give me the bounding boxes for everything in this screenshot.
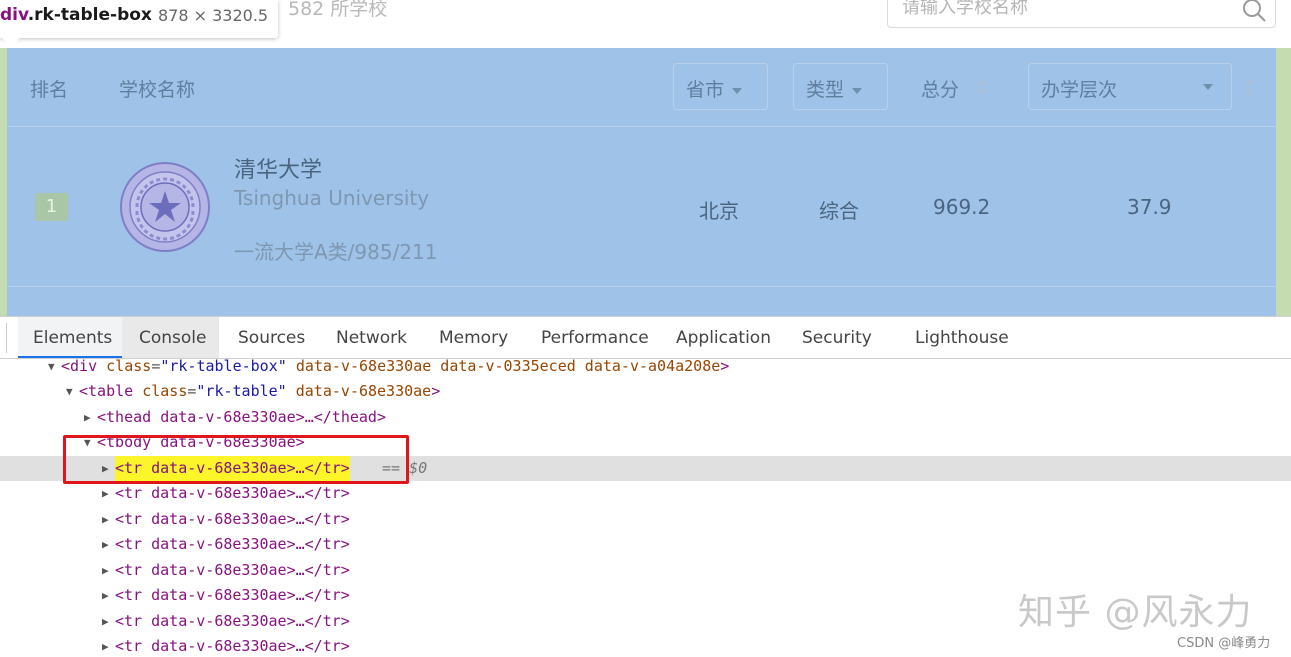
page-viewport: 582 所学校 排名 学校名称 省市 类型 总分 办学层次 xyxy=(0,0,1291,316)
cell-province: 北京 xyxy=(699,199,739,223)
header-rank: 排名 xyxy=(30,79,69,101)
table-header: 排名 学校名称 省市 类型 总分 办学层次 xyxy=(7,48,1276,126)
row-divider xyxy=(7,126,1276,127)
tooltip-size: 878 × 3320.5 xyxy=(158,6,269,25)
type-filter[interactable]: 类型 xyxy=(793,63,888,110)
rank-badge: 1 xyxy=(35,193,68,221)
collapsed-triangle-icon[interactable]: ▶ xyxy=(84,405,91,430)
school-tags: 一流大学A类/985/211 xyxy=(234,240,438,264)
cell-type: 综合 xyxy=(819,199,859,223)
tabbar-divider xyxy=(6,323,7,353)
header-score[interactable]: 总分 xyxy=(921,75,959,102)
province-filter[interactable]: 省市 xyxy=(673,63,768,110)
dom-node-tr[interactable]: ▶ <tr data-v-68e330ae>…</tr> xyxy=(0,634,1291,657)
expanded-triangle-icon[interactable]: ▼ xyxy=(66,379,73,404)
dom-node-div[interactable]: ▼ <div class="rk-table-box" data-v-68e33… xyxy=(0,354,1291,379)
level-filter-label: 办学层次 xyxy=(1041,79,1118,101)
csdn-credit: CSDN @峰勇力 xyxy=(1177,636,1271,651)
collapsed-triangle-icon[interactable]: ▶ xyxy=(102,481,109,506)
dom-node-tr[interactable]: ▶ <tr data-v-68e330ae>…</tr> xyxy=(0,507,1291,532)
margin-overlay-right xyxy=(1276,48,1291,316)
devtools-tabbar: Elements Console Sources Network Memory … xyxy=(0,317,1291,359)
tab-sources[interactable]: Sources xyxy=(238,317,305,358)
tab-console[interactable]: Console xyxy=(122,317,219,358)
row-divider xyxy=(7,286,1276,287)
dom-node-tr[interactable]: ▶ <tr data-v-68e330ae>…</tr> xyxy=(0,558,1291,583)
caret-down-icon xyxy=(732,87,743,94)
collapsed-triangle-icon[interactable]: ▶ xyxy=(102,558,109,583)
school-count: 582 所学校 xyxy=(288,0,388,20)
dom-node-tr[interactable]: ▶ <tr data-v-68e330ae>…</tr> xyxy=(0,532,1291,557)
tab-lighthouse[interactable]: Lighthouse xyxy=(915,317,1009,358)
cell-score: 969.2 xyxy=(933,195,991,219)
tab-memory[interactable]: Memory xyxy=(439,317,508,358)
level-filter[interactable]: 办学层次 xyxy=(1028,63,1232,110)
collapsed-triangle-icon[interactable]: ▶ xyxy=(102,609,109,634)
expanded-triangle-icon[interactable]: ▼ xyxy=(48,354,55,379)
dom-node-tr[interactable]: ▶ <tr data-v-68e330ae>…</tr> xyxy=(0,481,1291,506)
type-filter-label: 类型 xyxy=(806,79,845,101)
province-filter-label: 省市 xyxy=(686,79,725,101)
header-name: 学校名称 xyxy=(119,79,196,101)
caret-down-icon xyxy=(1203,84,1213,90)
collapsed-triangle-icon[interactable]: ▶ xyxy=(102,532,109,557)
search-box[interactable] xyxy=(887,0,1276,28)
caret-down-icon xyxy=(852,87,863,94)
inspect-tooltip: div.rk-table-box 878 × 3320.5 xyxy=(0,0,278,38)
collapsed-triangle-icon[interactable]: ▶ xyxy=(102,507,109,532)
zhihu-watermark: 知乎 @风永力 xyxy=(1018,592,1253,633)
sort-score-icon[interactable] xyxy=(977,78,987,98)
dom-node-thead[interactable]: ▶ <thead data-v-68e330ae>…</thead> xyxy=(0,405,1291,430)
tab-network[interactable]: Network xyxy=(336,317,407,358)
tab-security[interactable]: Security xyxy=(802,317,872,358)
collapsed-triangle-icon[interactable]: ▶ xyxy=(102,634,109,657)
rk-table-box: 排名 学校名称 省市 类型 总分 办学层次 1 清华大学 Tsinghua Un… xyxy=(7,48,1276,316)
search-input[interactable] xyxy=(902,0,1232,18)
cell-level: 37.9 xyxy=(1127,195,1172,219)
annotation-red-box xyxy=(63,435,409,484)
margin-overlay-left xyxy=(0,48,7,316)
tab-elements[interactable]: Elements xyxy=(18,317,122,358)
search-icon[interactable] xyxy=(1241,0,1267,23)
tooltip-selector: div.rk-table-box xyxy=(0,5,152,25)
tooltip-arrow xyxy=(2,38,20,47)
dom-node-table[interactable]: ▼ <table class="rk-table" data-v-68e330a… xyxy=(0,379,1291,404)
tab-performance[interactable]: Performance xyxy=(541,317,649,358)
collapsed-triangle-icon[interactable]: ▶ xyxy=(102,583,109,608)
tsinghua-seal-logo xyxy=(120,162,210,252)
tab-application[interactable]: Application xyxy=(676,317,771,358)
school-name-en: Tsinghua University xyxy=(234,186,430,210)
school-name-cn[interactable]: 清华大学 xyxy=(234,152,322,184)
sort-level-icon[interactable] xyxy=(1244,78,1254,98)
